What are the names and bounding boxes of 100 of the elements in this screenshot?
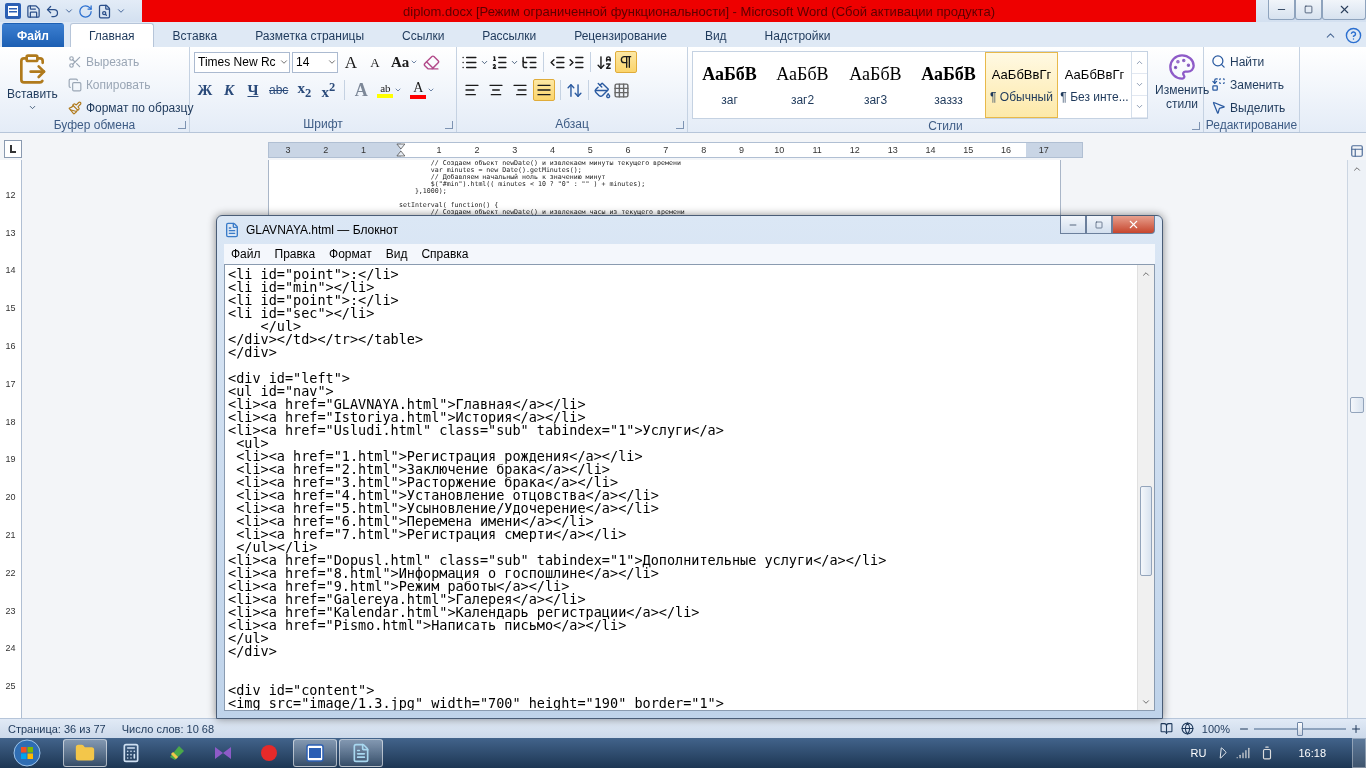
launcher-icon[interactable] — [178, 121, 186, 129]
strike-button[interactable]: abc — [266, 79, 292, 101]
ribbon-tab[interactable]: Вид — [685, 23, 746, 47]
close-button[interactable] — [1322, 0, 1366, 20]
ruler-number: 5 — [586, 145, 594, 155]
save-icon[interactable] — [26, 3, 41, 19]
ribbon-tab[interactable]: Надстройки — [745, 23, 850, 47]
maximize-button[interactable] — [1295, 0, 1322, 20]
borders-icon[interactable] — [613, 81, 630, 99]
clock[interactable]: 16:18 — [1298, 747, 1326, 759]
maximize-icon — [1095, 220, 1103, 229]
grow-font-button[interactable]: A — [340, 51, 362, 73]
maximize-button[interactable] — [1086, 216, 1112, 234]
ribbon-tab[interactable]: Рецензирование — [555, 23, 686, 47]
numbering-icon[interactable] — [491, 53, 508, 71]
bold-button[interactable]: Ж — [194, 79, 216, 101]
page-count[interactable]: Страница: 36 из 77 — [8, 722, 106, 735]
help-icon[interactable] — [1345, 26, 1362, 44]
font-name-field[interactable]: Times New Rc — [194, 51, 290, 73]
line-spacing-icon[interactable] — [566, 81, 583, 99]
menu-item[interactable]: Правка — [267, 244, 323, 264]
style-item[interactable]: АаБбВвГг ¶ Без инте... — [1058, 52, 1131, 118]
ruler-number: 19 — [5, 453, 16, 467]
code-line: </ul> — [228, 632, 269, 645]
highlight-button[interactable]: ab — [374, 79, 406, 101]
scrollbar[interactable] — [1347, 160, 1366, 718]
launcher-icon[interactable] — [676, 121, 684, 129]
change-case-button[interactable]: Aa — [388, 51, 422, 73]
search-icon — [1211, 54, 1226, 69]
ribbon-tab[interactable]: Ссылки — [383, 23, 464, 47]
taskbar-button[interactable] — [339, 739, 383, 767]
italic-button[interactable]: К — [218, 79, 240, 101]
scrollbar[interactable] — [1137, 265, 1154, 710]
file-tab[interactable]: Файл — [2, 23, 64, 47]
painter-button[interactable]: Формат по образцу — [64, 97, 197, 118]
customize-icon[interactable] — [116, 6, 126, 16]
tab-selector[interactable] — [4, 140, 22, 158]
redo-icon[interactable] — [78, 3, 93, 19]
network-icon[interactable] — [1236, 746, 1251, 760]
menu-item[interactable]: Формат — [322, 244, 379, 264]
sub-button[interactable]: x$_{2}$ — [293, 79, 316, 101]
zoom-thumb[interactable] — [1297, 721, 1303, 736]
code-line: <li><a href="Istoriya.html">История</a></li> — [228, 411, 586, 424]
show-marks-button[interactable] — [615, 51, 637, 73]
ribbon-tab[interactable]: Рассылки — [463, 23, 556, 47]
font-size-field[interactable]: 14 — [292, 51, 338, 73]
paste-button[interactable]: Вставить — [4, 51, 61, 114]
scroll-thumb[interactable] — [1350, 397, 1364, 413]
zoom-in-icon[interactable] — [1350, 722, 1362, 735]
sort-icon[interactable] — [596, 53, 613, 71]
align-center-icon — [488, 82, 504, 98]
show-desktop-button[interactable] — [1352, 738, 1366, 768]
undo-icon[interactable] — [45, 3, 60, 19]
notepad-icon — [351, 743, 371, 763]
style-item[interactable]: АаБбВ заг2 — [766, 52, 839, 118]
language-indicator[interactable]: RU — [1190, 747, 1207, 759]
style-item[interactable]: АаБбВ заг3 — [839, 52, 912, 118]
scroll-thumb[interactable] — [1140, 486, 1152, 576]
taskbar-button[interactable] — [63, 739, 107, 767]
shrink-font-button[interactable]: A — [364, 51, 386, 73]
copy-icon — [67, 77, 82, 92]
clear-format-icon[interactable] — [423, 53, 441, 71]
launcher-icon[interactable] — [1192, 122, 1200, 130]
launcher-icon[interactable] — [445, 121, 453, 129]
view-icon[interactable] — [1159, 722, 1173, 735]
start-button[interactable] — [10, 739, 44, 767]
style-item[interactable]: АаБбВвГг ¶ Обычный — [985, 52, 1058, 118]
word-count[interactable]: Число слов: 10 68 — [121, 722, 215, 735]
close-button[interactable] — [1112, 216, 1155, 234]
ruler-number: 9 — [737, 145, 745, 155]
ruler-number: 6 — [624, 145, 632, 155]
group-label: Редактирование — [1205, 118, 1298, 132]
minimize-button[interactable] — [1060, 216, 1086, 234]
align-button[interactable] — [533, 79, 555, 101]
ruler-number: 15 — [962, 145, 975, 155]
ribbon-tab[interactable]: Вставка — [153, 23, 237, 47]
view-ruler-icon[interactable] — [1350, 144, 1364, 158]
caret-icon[interactable] — [64, 6, 74, 16]
code-line: <li><a href="Kalendar.html">Календарь регистрации</a></li> — [228, 606, 701, 619]
taskbar-button[interactable] — [293, 739, 337, 767]
style-item[interactable]: АаБбВ заг — [693, 52, 766, 118]
ribbon-tab[interactable]: Главная — [69, 23, 154, 47]
app-icon[interactable] — [4, 2, 22, 20]
shading-icon[interactable] — [594, 81, 611, 99]
minimize-button[interactable] — [1268, 0, 1295, 20]
scroll-up-icon[interactable] — [1135, 58, 1144, 67]
close-icon — [1127, 218, 1140, 231]
ribbon-tab[interactable]: Разметка страницы — [236, 23, 384, 47]
more-icon[interactable] — [1135, 102, 1144, 111]
menu-item[interactable]: Файл — [224, 244, 268, 264]
menu-item[interactable]: Вид — [378, 244, 415, 264]
sup-button[interactable]: x$^{2}$ — [317, 79, 340, 101]
font-color-button[interactable]: A — [407, 79, 439, 101]
scroll-down-icon[interactable] — [1135, 80, 1144, 89]
zoom-level[interactable]: 100% — [1201, 722, 1230, 735]
print-preview-icon[interactable] — [97, 3, 112, 19]
menu-item[interactable]: Справка — [414, 244, 476, 264]
underline-button[interactable]: Ч — [242, 79, 264, 101]
style-item[interactable]: АаБбВ заззз — [912, 52, 985, 118]
web-view-icon[interactable] — [1180, 722, 1194, 735]
